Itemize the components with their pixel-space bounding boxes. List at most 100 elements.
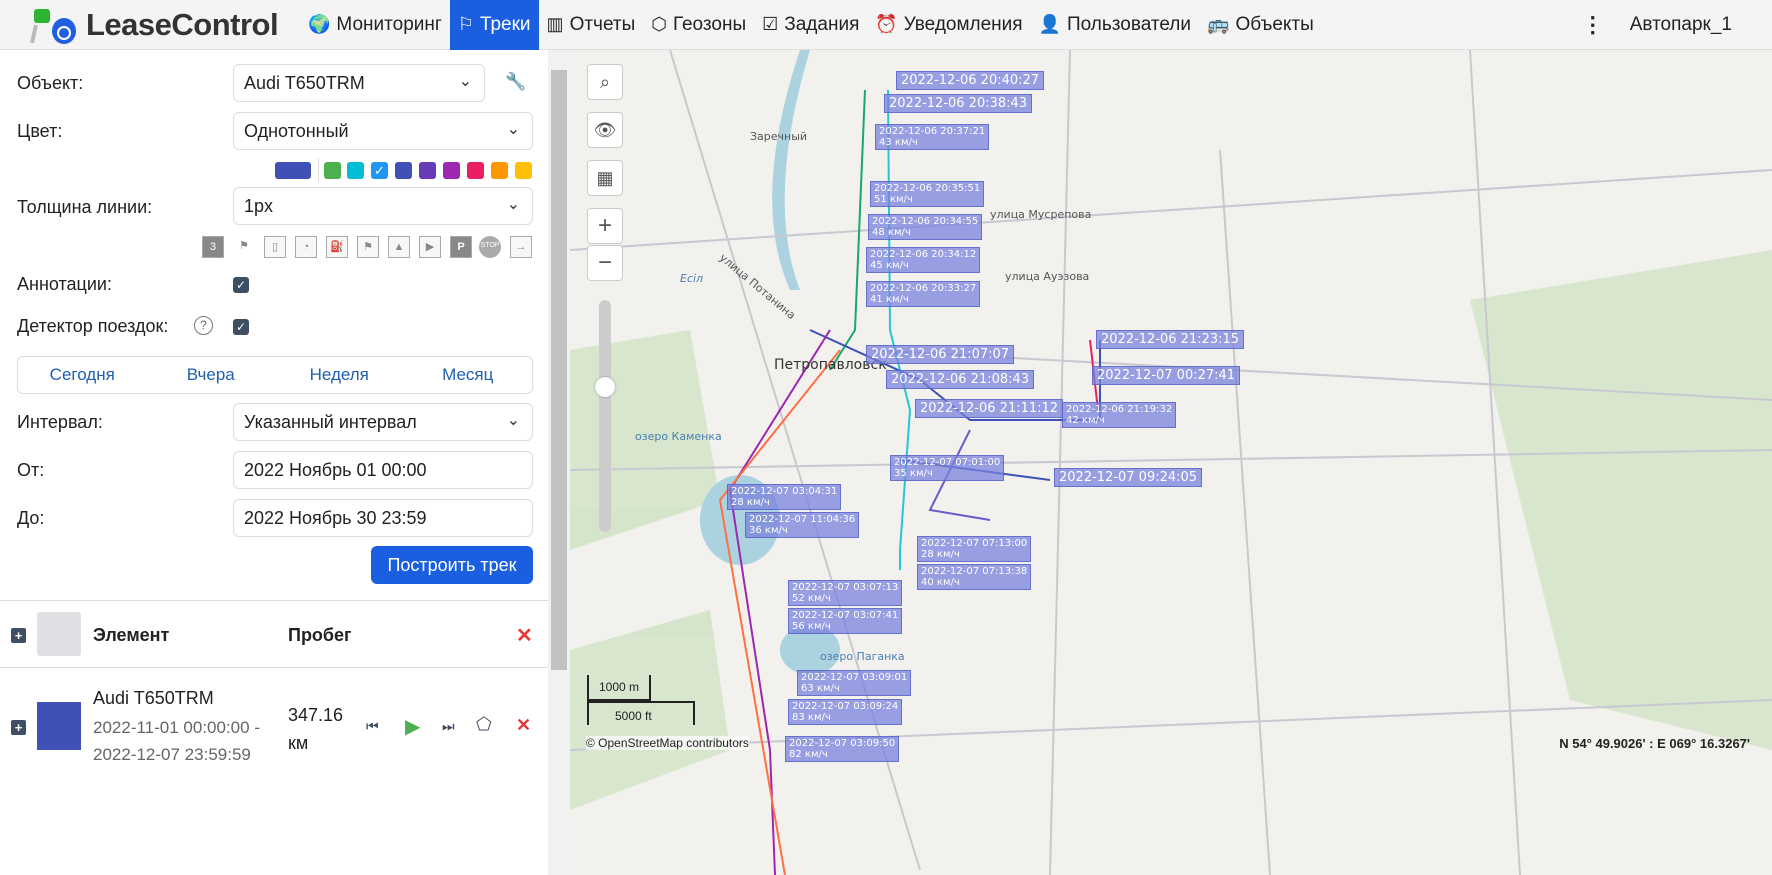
- remove-row-icon[interactable]: ✕: [516, 715, 531, 736]
- trip-detector-checkbox[interactable]: ✓: [233, 319, 249, 335]
- wrench-icon[interactable]: 🔧: [505, 72, 526, 92]
- top-bar: LeaseControl 🌍 Мониторинг ⚐ Треки ▥ Отчеты …: [0, 0, 1772, 50]
- zoom-in-button[interactable]: +: [587, 208, 623, 244]
- color-mode-value: Однотонный: [244, 121, 349, 141]
- number-marker-icon[interactable]: 3: [202, 236, 224, 258]
- nav-objects[interactable]: 🚌 Объекты: [1199, 0, 1322, 50]
- track-annotation: 2022-12-07 07:13:38 40 км/ч: [917, 564, 1032, 590]
- nav-users[interactable]: 👤 Пользователи: [1031, 0, 1199, 50]
- interval-label: Интервал:: [17, 412, 103, 432]
- period-tabs: Сегодня Вчера Неделя Месяц: [17, 356, 533, 394]
- color-swatch-purple[interactable]: [443, 162, 460, 179]
- color-swatch-orange[interactable]: [491, 162, 508, 179]
- track-annotation: 2022-12-06 20:40:27: [896, 71, 1045, 90]
- help-icon[interactable]: ?: [194, 316, 213, 335]
- track-annotation: 2022-12-07 03:07:13 52 км/ч: [788, 580, 903, 606]
- track-annotation: 2022-12-06 20:37:21 43 км/ч: [875, 124, 990, 150]
- parking-icon[interactable]: P: [450, 236, 472, 258]
- video-icon[interactable]: ▶: [419, 236, 441, 258]
- skip-forward-icon[interactable]: ⏭: [442, 718, 455, 735]
- annotations-checkbox[interactable]: ✓: [233, 277, 249, 293]
- route-icon[interactable]: ⬠: [476, 714, 492, 735]
- from-label: От:: [17, 460, 45, 480]
- chevron-down-icon: ⌄: [458, 73, 472, 90]
- line-width-select[interactable]: 1px ⌄: [233, 187, 533, 225]
- track-settings-panel: Объект: Audi T650TRM ⌄ 🔧 Цвет: Однотонный…: [0, 50, 548, 875]
- nav-label: Отчеты: [569, 13, 636, 35]
- map-background: [570, 50, 1772, 875]
- color-swatch-green[interactable]: [324, 162, 341, 179]
- track-annotation: 2022-12-06 21:07:07: [866, 345, 1015, 364]
- zoom-out-button[interactable]: −: [587, 245, 623, 281]
- color-swatch-cyan[interactable]: [347, 162, 364, 179]
- interval-select[interactable]: Указанный интервал ⌄: [233, 403, 533, 441]
- from-input[interactable]: 2022 Ноябрь 01 00:00: [233, 451, 533, 489]
- selected-color-swatch: [275, 162, 311, 179]
- scrollbar-thumb[interactable]: [551, 70, 567, 670]
- chevron-down-icon: ⌄: [506, 121, 520, 138]
- nav-notifications[interactable]: ⏰ Уведомления: [867, 0, 1030, 50]
- track-annotation: 2022-12-06 20:33:27 41 км/ч: [866, 281, 981, 307]
- expand-all-icon[interactable]: +: [11, 628, 26, 643]
- eye-icon[interactable]: 👁: [587, 112, 623, 148]
- polygon-icon: ⬡: [651, 14, 667, 34]
- track-annotation: 2022-12-07 11:04:36 36 км/ч: [745, 512, 860, 538]
- track-annotation: 2022-12-06 20:35:51 51 км/ч: [870, 181, 985, 207]
- nav-monitoring[interactable]: 🌍 Мониторинг: [300, 0, 450, 50]
- table-header: + Элемент Пробег ✕: [0, 600, 548, 668]
- object-value: Audi T650TRM: [244, 73, 365, 93]
- to-input[interactable]: 2022 Ноябрь 30 23:59: [233, 499, 533, 537]
- build-track-button[interactable]: Построить трек: [371, 546, 533, 584]
- color-swatch-blue-selected[interactable]: ✓: [371, 162, 388, 179]
- line-width-label: Толщина линии:: [17, 197, 153, 217]
- panel-scrollbar[interactable]: [548, 50, 570, 875]
- nav-label: Пользователи: [1067, 13, 1192, 35]
- color-swatch-indigo[interactable]: [395, 162, 412, 179]
- stop-icon[interactable]: STOP: [479, 236, 501, 258]
- play-icon[interactable]: ▶: [405, 714, 420, 739]
- period-yesterday[interactable]: Вчера: [147, 357, 276, 393]
- gauge-icon[interactable]: ◔: [295, 236, 317, 258]
- track-color[interactable]: [37, 702, 81, 750]
- nav-label: Объекты: [1235, 13, 1314, 35]
- remove-all-icon[interactable]: ✕: [516, 623, 533, 648]
- image-icon[interactable]: ▲: [388, 236, 410, 258]
- nav-tasks[interactable]: ☑ Задания: [754, 0, 867, 50]
- period-week[interactable]: Неделя: [275, 357, 404, 393]
- expand-row-icon[interactable]: +: [11, 720, 26, 735]
- chart-icon: ▥: [546, 14, 564, 34]
- place-label: Заречный: [750, 130, 808, 143]
- period-month[interactable]: Месяц: [404, 357, 533, 393]
- map-attribution[interactable]: © OpenStreetMap contributors: [586, 736, 749, 750]
- skip-back-icon[interactable]: ⏮: [366, 718, 379, 735]
- nav-tracks[interactable]: ⚐ Треки: [449, 0, 539, 50]
- color-swatch-amber[interactable]: [515, 162, 532, 179]
- cursor-coordinates: N 54° 49.9026' : E 069° 16.3267': [1559, 736, 1750, 751]
- zoom-slider[interactable]: [599, 300, 611, 532]
- account-name[interactable]: Автопарк_1: [1630, 14, 1732, 36]
- street-label: улица Ауэзова: [1005, 270, 1090, 283]
- arrow-icon[interactable]: →: [510, 236, 532, 258]
- logo[interactable]: LeaseControl: [0, 5, 300, 45]
- more-menu-icon[interactable]: ⋮: [1582, 12, 1604, 38]
- nav-reports[interactable]: ▥ Отчеты: [539, 0, 644, 50]
- map-layers-icon[interactable]: ▦: [587, 160, 623, 196]
- track-annotation: 2022-12-06 20:34:12 45 км/ч: [866, 247, 981, 273]
- flag-marker-icon[interactable]: ⚑: [357, 236, 379, 258]
- fuel-station-icon[interactable]: ⛽: [326, 236, 348, 258]
- scale-imperial: 5000 ft: [587, 701, 695, 725]
- period-today[interactable]: Сегодня: [18, 357, 147, 393]
- color-swatch-deep-purple[interactable]: [419, 162, 436, 179]
- search-icon[interactable]: ⌕: [587, 64, 623, 100]
- element-column-header: Элемент: [93, 625, 170, 645]
- zoom-slider-handle[interactable]: [595, 377, 615, 397]
- object-select[interactable]: Audi T650TRM ⌄: [233, 64, 485, 102]
- fuel-can-icon[interactable]: ▯: [264, 236, 286, 258]
- color-swatch-pink[interactable]: [467, 162, 484, 179]
- color-mode-select[interactable]: Однотонный ⌄: [233, 112, 533, 150]
- flags-icon[interactable]: ⚑: [233, 236, 255, 258]
- river-label: Есіл: [680, 272, 704, 285]
- nav-geozones[interactable]: ⬡ Геозоны: [643, 0, 754, 50]
- street-label: улица Мусрепова: [990, 208, 1092, 221]
- map[interactable]: Заречный Петропавловск улица Мусрепова у…: [570, 50, 1772, 875]
